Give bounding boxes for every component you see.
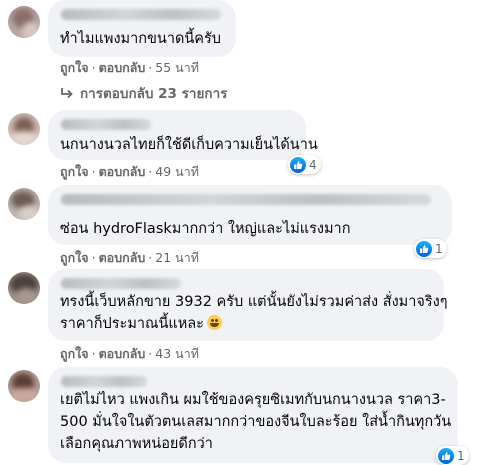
reaction-summary[interactable]: 4 <box>288 155 321 174</box>
author-name[interactable] <box>61 376 147 387</box>
reply-button[interactable]: ตอบกลับ <box>99 346 146 361</box>
author-name[interactable] <box>61 9 221 20</box>
like-reaction-icon <box>416 240 432 257</box>
reaction-count: 1 <box>435 241 443 256</box>
reply-button[interactable]: ตอบกลับ <box>99 164 146 179</box>
reaction-count: 1 <box>457 448 465 463</box>
timestamp[interactable]: 43 นาที <box>155 346 199 361</box>
comment-bubble: เยติไม่ไหว แพงเกิน ผมใช้ของครุยซิเมทกับน… <box>48 367 458 463</box>
view-replies-link[interactable]: การตอบกลับ 23 รายการ <box>60 82 227 104</box>
comment-text: นกนางนวลไทยก็ใช้ดีเก็บความเย็นได้นาน <box>60 137 318 153</box>
comment-bubble: ทรงนี้เว็บหลักขาย 3932 ครับ แต่นั้นยังไม… <box>48 269 448 341</box>
like-button[interactable]: ถูกใจ <box>60 250 89 265</box>
avatar[interactable] <box>8 370 40 402</box>
comment-bubble: ทำไมแพงมากขนาดนี้ครับ <box>48 0 236 57</box>
avatar[interactable] <box>8 188 40 220</box>
comment-text: ทรงนี้เว็บหลักขาย 3932 ครับ แต่นั้นยังไม… <box>60 294 448 310</box>
comment-text: ราคาก็ประมาณนี้แหละ <box>60 313 222 335</box>
reply-arrow-icon <box>61 88 73 99</box>
like-button[interactable]: ถูกใจ <box>60 164 89 179</box>
author-name[interactable] <box>61 278 181 289</box>
comment-text: ซ่อน hydroFlaskมากกว่า ใหญ่และไม่แรงมาก <box>60 221 351 237</box>
comment-actions: ถูกใจ · ตอบกลับ · 55 นาที <box>60 60 199 75</box>
reaction-summary[interactable]: 1 <box>436 446 469 465</box>
comment-bubble: ซ่อน hydroFlaskมากกว่า ใหญ่และไม่แรงมาก <box>48 185 452 245</box>
like-reaction-icon <box>290 156 306 173</box>
avatar[interactable] <box>8 272 40 304</box>
comment-actions: ถูกใจ · ตอบกลับ · 49 นาที <box>60 164 199 179</box>
reply-button[interactable]: ตอบกลับ <box>99 250 146 265</box>
timestamp[interactable]: 49 นาที <box>155 164 199 179</box>
author-name[interactable] <box>61 119 151 130</box>
grinning-face-icon <box>206 315 222 330</box>
reaction-count: 4 <box>309 157 317 172</box>
author-name[interactable] <box>61 194 431 205</box>
like-button[interactable]: ถูกใจ <box>60 60 89 75</box>
timestamp[interactable]: 21 นาที <box>155 250 199 265</box>
reaction-summary[interactable]: 1 <box>414 239 447 258</box>
like-button[interactable]: ถูกใจ <box>60 346 89 361</box>
avatar[interactable] <box>8 6 40 38</box>
comment-actions: ถูกใจ · ตอบกลับ · 43 นาที <box>60 346 199 361</box>
avatar[interactable] <box>8 113 40 145</box>
comment-text: ทำไมแพงมากขนาดนี้ครับ <box>60 31 222 47</box>
replies-count-label: การตอบกลับ 23 รายการ <box>80 86 228 102</box>
comment-text: เลือกคุณภาพหน่อยดีกว่า <box>60 436 213 452</box>
reply-button[interactable]: ตอบกลับ <box>99 60 146 75</box>
comment-actions: ถูกใจ · ตอบกลับ · 21 นาที <box>60 250 199 265</box>
timestamp[interactable]: 55 นาที <box>155 60 199 75</box>
comment-bubble: นกนางนวลไทยก็ใช้ดีเก็บความเย็นได้นาน <box>48 110 318 160</box>
comment-text: เยติไม่ไหว แพงเกิน ผมใช้ของครุยซิเมทกับน… <box>60 392 446 408</box>
like-reaction-icon <box>438 447 454 464</box>
comment-text: 500 มั่นใจในตัวตนเลสมากกว่าของจีนใบละร้อ… <box>60 414 452 430</box>
